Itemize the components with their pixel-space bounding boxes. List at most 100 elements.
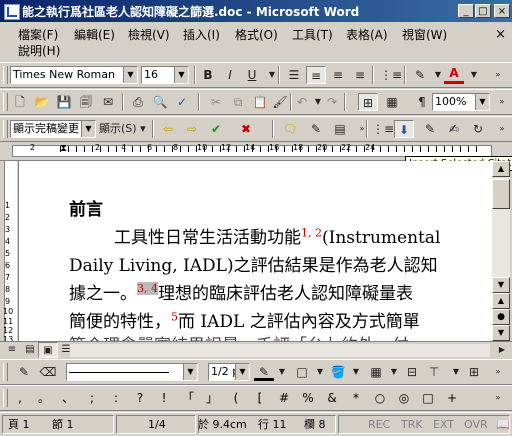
- bold-button[interactable]: B: [198, 66, 218, 84]
- align-top-icon[interactable]: ⊤: [424, 363, 444, 381]
- align-left-icon[interactable]: ≡: [306, 66, 326, 84]
- scroll-down-icon[interactable]: ▼: [492, 277, 510, 293]
- open-folder-icon[interactable]: 📂: [32, 93, 52, 111]
- chevron-down-icon[interactable]: ▼: [346, 363, 366, 381]
- copy-icon[interactable]: ⧉: [228, 93, 248, 111]
- selected-citation-ref[interactable]: 3, 4: [137, 282, 158, 296]
- chevron-down-icon[interactable]: ▼: [384, 363, 404, 381]
- toolbar-options-icon[interactable]: »: [488, 389, 508, 407]
- symbol-button[interactable]: □: [420, 389, 436, 407]
- permission-icon[interactable]: 🗐: [76, 93, 96, 111]
- align-justify-icon[interactable]: ☰: [284, 66, 304, 84]
- chevron-down-icon[interactable]: ▼: [174, 67, 188, 83]
- scroll-up-icon[interactable]: ▲: [492, 161, 510, 177]
- indent-marker[interactable]: ⧗: [60, 143, 67, 154]
- distribute-rows-icon[interactable]: ⊞: [464, 363, 484, 381]
- print-preview-icon[interactable]: 🔍: [150, 93, 170, 111]
- reject-change-icon[interactable]: ✖: [236, 120, 256, 138]
- previous-change-icon[interactable]: ⇦: [158, 120, 178, 138]
- redo-icon[interactable]: ↷: [322, 93, 342, 111]
- save-icon[interactable]: 💾: [54, 93, 74, 111]
- maximize-button[interactable]: □: [475, 4, 491, 18]
- highlight-icon[interactable]: ✎: [410, 66, 430, 84]
- symbol-button[interactable]: ,: [12, 389, 28, 407]
- toolbar-grip[interactable]: [3, 363, 8, 381]
- tables-borders-icon[interactable]: ⊞: [358, 93, 378, 111]
- toolbar-grip[interactable]: [3, 120, 8, 138]
- citation-ref[interactable]: 1, 2: [301, 226, 322, 239]
- minimize-button[interactable]: _: [458, 4, 474, 18]
- eraser-icon[interactable]: ⌫: [38, 363, 58, 381]
- symbol-button[interactable]: %: [300, 389, 316, 407]
- symbol-button[interactable]: ◎: [396, 389, 412, 407]
- format-bibliography-icon[interactable]: ✎: [420, 120, 440, 138]
- select-browse-object-icon[interactable]: ●: [492, 309, 510, 325]
- chevron-down-icon[interactable]: ▼: [81, 121, 95, 137]
- close-document-button[interactable]: ×: [495, 27, 506, 42]
- word-document-icon[interactable]: [4, 4, 20, 20]
- insert-table-icon[interactable]: ▦: [382, 93, 402, 111]
- go-to-endnote-icon[interactable]: ⋮≡: [372, 120, 394, 138]
- reviewing-pane-icon[interactable]: ▤: [330, 120, 350, 138]
- symbol-button[interactable]: ;: [84, 389, 100, 407]
- symbol-button[interactable]: ○: [372, 389, 388, 407]
- menu-tools[interactable]: 工具(T): [292, 26, 333, 43]
- shading-color-icon[interactable]: 🪣: [328, 363, 348, 381]
- toolbar-options-icon[interactable]: »: [352, 120, 372, 138]
- menu-window[interactable]: 視窗(W): [402, 26, 447, 43]
- accept-change-icon[interactable]: ✔: [206, 120, 226, 138]
- toolbar-options-icon[interactable]: »: [488, 66, 508, 84]
- show-menu-button[interactable]: 顯示(S) ▾: [99, 120, 149, 138]
- symbol-button[interactable]: &: [324, 389, 340, 407]
- chevron-down-icon[interactable]: ▼: [464, 66, 484, 84]
- menu-table[interactable]: 表格(A): [346, 26, 388, 43]
- print-icon[interactable]: ⎙: [128, 93, 148, 111]
- numbered-list-icon[interactable]: ⋮≡: [380, 66, 402, 84]
- horizontal-scrollbar[interactable]: [70, 344, 490, 357]
- new-comment-icon[interactable]: 🗨: [280, 120, 300, 138]
- chevron-down-icon[interactable]: ▼: [475, 94, 489, 110]
- normal-view-icon[interactable]: ≡: [2, 342, 22, 358]
- merge-cells-icon[interactable]: ⊟: [402, 363, 422, 381]
- chevron-down-icon[interactable]: ▼: [235, 364, 249, 380]
- menu-insert[interactable]: 插入(I): [183, 26, 220, 43]
- toolbar-options-icon[interactable]: »: [488, 363, 508, 381]
- chevron-down-icon[interactable]: ▼: [310, 363, 330, 381]
- zoom-combo[interactable]: 100% ▼: [432, 93, 490, 111]
- menu-format[interactable]: 格式(O): [235, 26, 278, 43]
- symbol-button[interactable]: 「: [180, 389, 196, 407]
- insert-table-icon[interactable]: ▦: [366, 363, 386, 381]
- document-page[interactable]: 前言 工具性日常生活活動功能1, 2(Instrumental Daily Li…: [19, 161, 492, 341]
- vertical-ruler[interactable]: 1 2 3 4 5 6 7 8 9 10 11 12 13: [0, 161, 19, 344]
- status-ovr[interactable]: OVR: [464, 416, 488, 433]
- align-right-icon[interactable]: ≡: [350, 66, 370, 84]
- citation-ref[interactable]: 5: [171, 310, 178, 323]
- menu-edit[interactable]: 編輯(E): [74, 26, 115, 43]
- insert-citation-icon[interactable]: ⬇: [394, 120, 414, 138]
- print-layout-icon[interactable]: ▣: [38, 342, 58, 358]
- previous-page-icon[interactable]: ▲: [492, 293, 510, 309]
- toolbar-grip[interactable]: [3, 389, 8, 407]
- toolbar-grip[interactable]: [3, 93, 8, 111]
- align-center-icon[interactable]: ≡: [328, 66, 348, 84]
- toolbar-grip[interactable]: [3, 66, 8, 84]
- show-hide-icon[interactable]: ¶: [412, 93, 432, 111]
- book-icon[interactable]: 📖: [496, 416, 510, 433]
- chevron-down-icon[interactable]: ▼: [446, 363, 466, 381]
- status-rec[interactable]: REC: [368, 416, 390, 433]
- symbol-button[interactable]: !: [156, 389, 172, 407]
- symbol-button[interactable]: :: [108, 389, 124, 407]
- vertical-scrollbar[interactable]: ▲ ▼ ▲ ● ▼: [492, 161, 510, 341]
- close-button[interactable]: ×: [494, 4, 510, 18]
- menu-help[interactable]: 說明(H): [18, 42, 60, 59]
- scroll-thumb[interactable]: [492, 179, 510, 209]
- symbol-button[interactable]: (: [228, 389, 244, 407]
- symbol-button[interactable]: 」: [204, 389, 220, 407]
- next-change-icon[interactable]: ⇨: [182, 120, 202, 138]
- menu-view[interactable]: 檢視(V): [128, 26, 170, 43]
- status-trk[interactable]: TRK: [401, 416, 423, 433]
- status-ext[interactable]: EXT: [433, 416, 454, 433]
- symbol-button[interactable]: #: [276, 389, 292, 407]
- symbol-button[interactable]: [: [252, 389, 268, 407]
- scroll-right-icon[interactable]: ▶: [492, 342, 512, 358]
